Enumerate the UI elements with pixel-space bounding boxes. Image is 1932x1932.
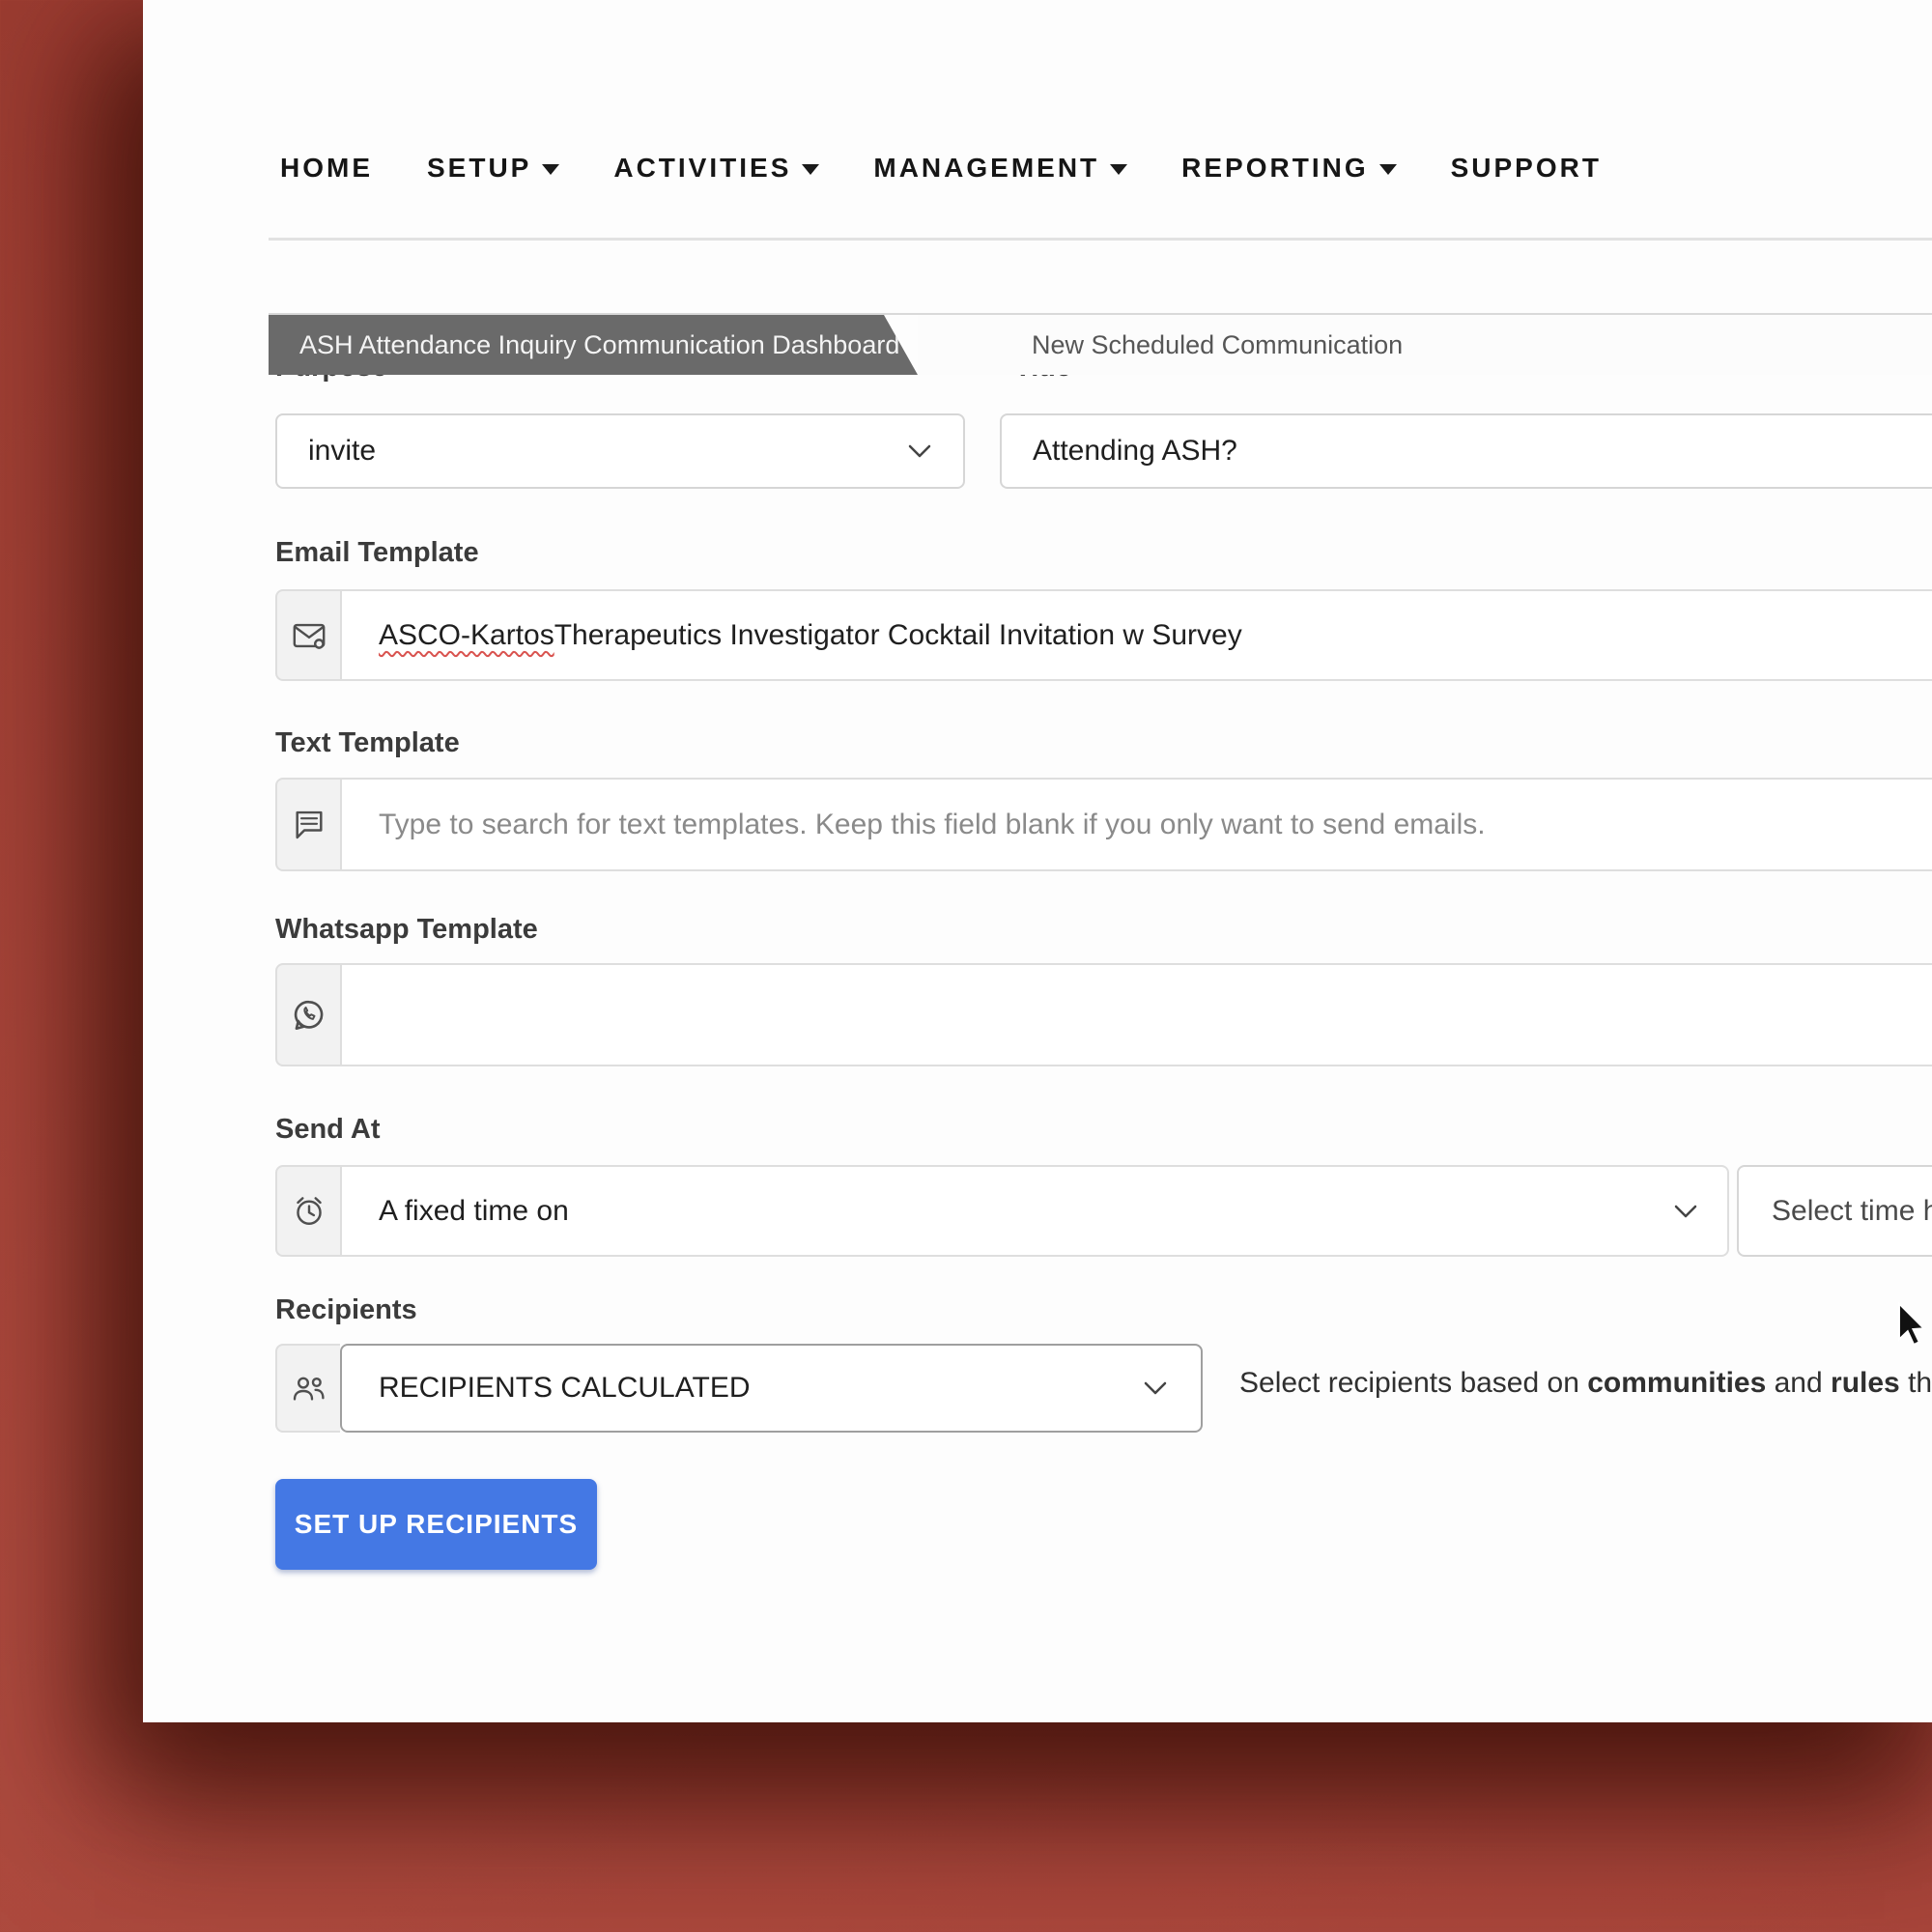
chevron-down-icon — [1673, 1204, 1698, 1219]
email-template-label: Email Template — [275, 537, 479, 568]
text-template-field[interactable]: Type to search for text templates. Keep … — [275, 778, 1932, 871]
tab-new-scheduled-communication[interactable]: New Scheduled Communication — [918, 315, 1932, 375]
chevron-down-icon — [1378, 164, 1397, 175]
recipients-helper-rules: rules — [1831, 1367, 1900, 1399]
top-nav: HOME SETUP ACTIVITIES MANAGEMENT REPORTI… — [280, 153, 1602, 184]
envelope-icon — [275, 589, 340, 681]
users-icon — [275, 1344, 340, 1433]
email-template-value-flagged: ASCO-Kartos — [379, 618, 554, 651]
recipients-helper-suffix: that — [1908, 1367, 1932, 1399]
title-input[interactable]: Attending ASH? — [1000, 413, 1932, 489]
nav-item-activities-label: ACTIVITIES — [613, 153, 792, 183]
set-up-recipients-button[interactable]: SET UP RECIPIENTS — [275, 1479, 597, 1570]
text-template-label: Text Template — [275, 727, 460, 758]
title-value: Attending ASH? — [1033, 435, 1237, 467]
send-at-select[interactable]: A fixed time on — [275, 1165, 1729, 1257]
nav-item-activities[interactable]: ACTIVITIES — [613, 153, 820, 184]
purpose-select[interactable]: invite — [275, 413, 965, 489]
email-template-value-rest: Therapeutics Investigator Cocktail Invit… — [554, 618, 1242, 651]
sms-message-icon — [275, 778, 340, 871]
chevron-down-icon — [802, 164, 820, 175]
nav-item-management[interactable]: MANAGEMENT — [873, 153, 1128, 184]
tab-new-scheduled-communication-label: New Scheduled Communication — [1032, 329, 1404, 359]
recipients-value: RECIPIENTS CALCULATED — [379, 1372, 751, 1404]
text-template-placeholder: Type to search for text templates. Keep … — [379, 808, 1486, 840]
purpose-value: invite — [308, 435, 377, 467]
recipients-helper-text: Select recipients based on communities a… — [1239, 1367, 1932, 1400]
whatsapp-template-value — [340, 963, 1932, 1066]
whatsapp-template-label: Whatsapp Template — [275, 914, 538, 945]
nav-item-reporting-label: REPORTING — [1181, 153, 1369, 183]
send-time-input[interactable]: Select time he — [1737, 1165, 1932, 1257]
chevron-down-icon — [907, 443, 932, 459]
send-at-label: Send At — [275, 1114, 381, 1145]
set-up-recipients-label: SET UP RECIPIENTS — [294, 1509, 579, 1539]
email-template-field[interactable]: ASCO-Kartos Therapeutics Investigator Co… — [275, 589, 1932, 681]
nav-item-home-label: HOME — [280, 153, 373, 183]
recipients-label: Recipients — [275, 1294, 417, 1325]
nav-item-home[interactable]: HOME — [280, 153, 373, 184]
nav-item-setup[interactable]: SETUP — [427, 153, 560, 184]
whatsapp-template-field[interactable] — [275, 963, 1932, 1066]
nav-divider — [269, 238, 1932, 241]
tab-dashboard-label: ASH Attendance Inquiry Communication Das… — [299, 329, 900, 359]
app-window: HOME SETUP ACTIVITIES MANAGEMENT REPORTI… — [143, 0, 1932, 1722]
mouse-cursor-icon — [1895, 1301, 1932, 1353]
nav-item-setup-label: SETUP — [427, 153, 532, 183]
send-at-value: A fixed time on — [379, 1194, 569, 1227]
chevron-down-icon — [1143, 1380, 1168, 1396]
whatsapp-icon — [275, 963, 340, 1066]
tab-dashboard[interactable]: ASH Attendance Inquiry Communication Das… — [269, 315, 918, 375]
nav-item-support-label: SUPPORT — [1450, 153, 1602, 183]
nav-item-reporting[interactable]: REPORTING — [1181, 153, 1397, 184]
send-time-placeholder: Select time he — [1772, 1194, 1932, 1227]
chevron-down-icon — [542, 164, 560, 175]
tab-bar: ASH Attendance Inquiry Communication Das… — [269, 313, 1932, 375]
recipients-helper-prefix: Select recipients based on — [1239, 1367, 1588, 1399]
alarm-clock-icon — [275, 1165, 340, 1257]
nav-item-support[interactable]: SUPPORT — [1451, 153, 1602, 184]
chevron-down-icon — [1110, 164, 1128, 175]
nav-item-management-label: MANAGEMENT — [873, 153, 1100, 183]
recipients-helper-middle: and — [1766, 1367, 1832, 1399]
recipients-select[interactable]: RECIPIENTS CALCULATED — [275, 1344, 1203, 1433]
email-template-value: ASCO-Kartos Therapeutics Investigator Co… — [340, 589, 1932, 681]
recipients-helper-communities: communities — [1587, 1367, 1767, 1399]
